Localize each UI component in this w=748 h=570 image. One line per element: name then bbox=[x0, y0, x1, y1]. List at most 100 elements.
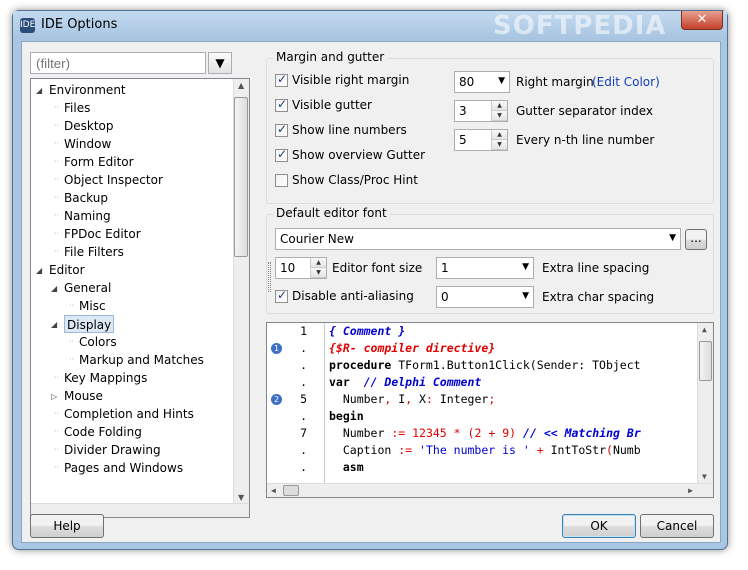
window-title: IDE Options bbox=[41, 17, 118, 32]
expand-arrow-icon[interactable]: ◢ bbox=[51, 320, 57, 329]
extra-char-spacing-combo[interactable]: 0 ▼ bbox=[436, 286, 534, 308]
tree-item[interactable]: Window bbox=[64, 135, 111, 153]
spin-buttons[interactable]: ▲ ▼ bbox=[310, 258, 326, 278]
tree-connector: ·· bbox=[54, 211, 60, 220]
scroll-up-icon[interactable]: ▲ bbox=[238, 81, 244, 90]
gutter-separator-spinner[interactable]: 3 ▲ ▼ bbox=[454, 100, 508, 122]
tree-item[interactable]: Display bbox=[64, 315, 115, 333]
help-button[interactable]: Help bbox=[30, 514, 104, 538]
gutter-line: 7 bbox=[267, 425, 317, 442]
expand-arrow-icon[interactable]: ◢ bbox=[36, 266, 42, 275]
tree-item[interactable]: Backup bbox=[64, 189, 108, 207]
options-tree[interactable]: ◢ Environment ·· Files ·· Desktop ·· Window ·· Fo… bbox=[30, 78, 250, 518]
tree-item[interactable]: Editor bbox=[49, 261, 85, 279]
visible-right-margin-checkbox[interactable] bbox=[275, 72, 288, 87]
tree-item[interactable]: File Filters bbox=[64, 243, 124, 261]
preview-vertical-scrollbar[interactable]: ▲ ▼ bbox=[697, 323, 713, 483]
tree-item[interactable]: Files bbox=[64, 99, 90, 117]
show-overview-gutter-label: Show overview Gutter bbox=[292, 148, 426, 162]
tree-connector: ·· bbox=[69, 337, 75, 346]
tree-item[interactable]: Pages and Windows bbox=[64, 459, 183, 477]
close-icon[interactable]: ✕ bbox=[681, 11, 723, 30]
scroll-thumb[interactable] bbox=[283, 485, 299, 496]
tree-item[interactable]: FPDoc Editor bbox=[64, 225, 141, 243]
tree-item[interactable]: Divider Drawing bbox=[64, 441, 161, 459]
gutter-line: . bbox=[267, 442, 317, 459]
edit-color-link[interactable]: (Edit Color) bbox=[592, 75, 660, 89]
tree-item[interactable]: Mouse bbox=[64, 387, 103, 405]
line-number: . bbox=[300, 409, 307, 423]
tree-connector: ·· bbox=[54, 409, 60, 418]
visible-gutter-checkbox[interactable] bbox=[275, 97, 288, 112]
collapse-arrow-icon[interactable]: ▷ bbox=[51, 392, 57, 401]
extra-char-spacing-label: Extra char spacing bbox=[542, 290, 655, 304]
tree-connector: ·· bbox=[69, 301, 75, 310]
scroll-left-icon[interactable]: ◀ bbox=[271, 486, 276, 495]
extra-line-spacing-combo[interactable]: 1 ▼ bbox=[436, 257, 534, 279]
scroll-right-icon[interactable]: ▶ bbox=[688, 486, 693, 495]
title-bar[interactable]: IDE IDE Options SOFTPEDIA ✕ bbox=[13, 11, 727, 41]
disable-antialiasing-checkbox[interactable] bbox=[275, 288, 288, 303]
tree-item[interactable]: Code Folding bbox=[64, 423, 142, 441]
tree-connector: ·· bbox=[54, 229, 60, 238]
every-nth-value: 5 bbox=[459, 133, 467, 147]
tree-item[interactable]: Naming bbox=[64, 207, 111, 225]
filter-input[interactable] bbox=[30, 52, 206, 74]
tree-vertical-scrollbar[interactable]: ▲ ▼ bbox=[233, 79, 249, 504]
line-number: . bbox=[300, 460, 307, 474]
tree-connector: ·· bbox=[54, 373, 60, 382]
tree-item[interactable]: Desktop bbox=[64, 117, 114, 135]
gutter-line: . bbox=[267, 408, 317, 425]
font-name-combo[interactable]: Courier New ▼ bbox=[275, 228, 681, 250]
line-number: . bbox=[300, 443, 307, 457]
code-line: begin bbox=[329, 409, 364, 423]
code-line: {$R- compiler directive} bbox=[329, 341, 496, 355]
spin-buttons[interactable]: ▲ ▼ bbox=[491, 101, 507, 121]
scroll-down-icon[interactable]: ▼ bbox=[238, 493, 244, 502]
show-line-numbers-checkbox[interactable] bbox=[275, 122, 288, 137]
tree-item[interactable]: Colors bbox=[79, 333, 117, 351]
tree-item[interactable]: Environment bbox=[49, 81, 126, 99]
ok-button[interactable]: OK bbox=[562, 514, 636, 538]
chevron-down-icon: ▼ bbox=[498, 76, 505, 86]
extra-char-spacing-value: 0 bbox=[441, 290, 449, 304]
scroll-thumb[interactable] bbox=[234, 97, 248, 257]
tree-item[interactable]: Completion and Hints bbox=[64, 405, 194, 423]
line-number: 7 bbox=[300, 426, 307, 440]
fold-gutter bbox=[317, 323, 325, 483]
preview-horizontal-scrollbar[interactable]: ◀ ▶ bbox=[267, 483, 713, 497]
tree-item[interactable]: Markup and Matches bbox=[79, 351, 204, 369]
editor-preview[interactable]: 11...25.7.. { Comment } {$R- compiler dir… bbox=[266, 322, 714, 498]
gutter-line: . bbox=[267, 459, 317, 476]
every-nth-spinner[interactable]: 5 ▲ ▼ bbox=[454, 129, 508, 151]
chevron-down-icon: ▼ bbox=[522, 291, 529, 301]
show-class-proc-hint-label: Show Class/Proc Hint bbox=[292, 173, 418, 187]
cancel-button[interactable]: Cancel bbox=[640, 514, 714, 538]
code-line: { Comment } bbox=[329, 324, 406, 338]
group-title: Default editor font bbox=[273, 206, 390, 220]
expand-arrow-icon[interactable]: ◢ bbox=[51, 284, 57, 293]
tree-connector: ·· bbox=[54, 157, 60, 166]
code-line: Caption := 'The number is ' + IntToStr(N… bbox=[329, 443, 641, 457]
expand-arrow-icon[interactable]: ◢ bbox=[36, 86, 42, 95]
font-size-spinner[interactable]: 10 ▲ ▼ bbox=[275, 257, 327, 279]
scroll-down-icon[interactable]: ▼ bbox=[702, 472, 707, 481]
right-margin-combo[interactable]: 80 ▼ bbox=[454, 71, 510, 93]
chevron-down-icon: ▼ bbox=[522, 262, 529, 272]
font-size-label: Editor font size bbox=[332, 261, 423, 275]
tree-connector: ·· bbox=[54, 121, 60, 130]
tree-item[interactable]: Misc bbox=[79, 297, 106, 315]
tree-item[interactable]: Key Mappings bbox=[64, 369, 147, 387]
tree-item[interactable]: Form Editor bbox=[64, 153, 134, 171]
browse-font-button[interactable]: ... bbox=[685, 229, 707, 250]
tree-connector: ·· bbox=[54, 103, 60, 112]
show-overview-gutter-checkbox[interactable] bbox=[275, 147, 288, 162]
scroll-thumb[interactable] bbox=[699, 341, 712, 381]
spin-buttons[interactable]: ▲ ▼ bbox=[491, 130, 507, 150]
every-nth-label: Every n-th line number bbox=[516, 133, 655, 147]
tree-item[interactable]: General bbox=[64, 279, 111, 297]
filter-icon[interactable]: ▼ bbox=[208, 52, 232, 74]
show-class-proc-hint-checkbox[interactable] bbox=[275, 174, 288, 187]
tree-item[interactable]: Object Inspector bbox=[64, 171, 163, 189]
scroll-up-icon[interactable]: ▲ bbox=[702, 325, 707, 334]
